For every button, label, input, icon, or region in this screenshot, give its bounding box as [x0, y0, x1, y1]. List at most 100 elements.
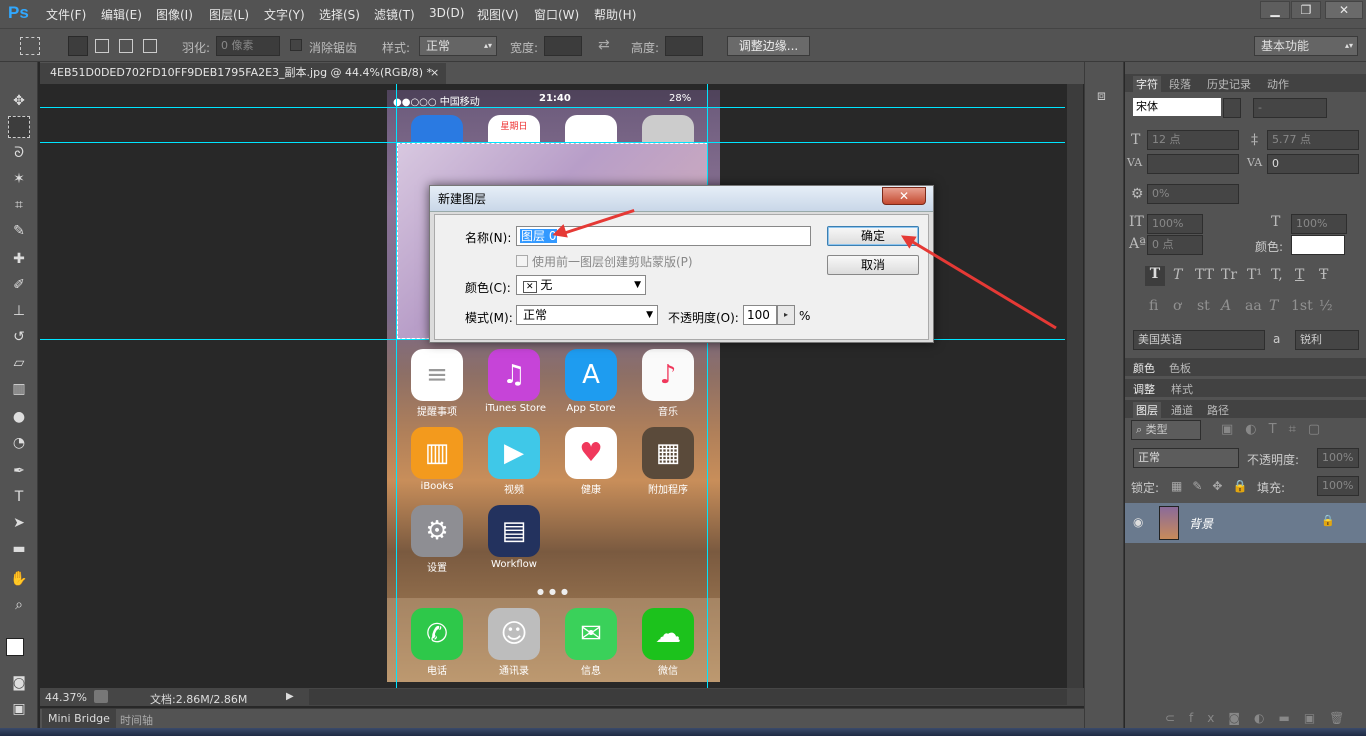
healing-brush-icon[interactable]: ✚ — [8, 248, 30, 270]
refine-edge-button[interactable]: 调整边缘... — [727, 36, 810, 56]
tab-timeline[interactable]: 时间轴 — [120, 712, 153, 728]
tab-mini-bridge[interactable]: Mini Bridge — [42, 709, 116, 728]
document-tab[interactable]: 4EB51D0DED702FD10FF9DEB1795FA2E3_副本.jpg … — [40, 63, 446, 84]
horizontal-scale-input[interactable]: 100% — [1291, 214, 1347, 234]
menu-3d[interactable]: 3D(D) — [429, 6, 464, 20]
dialog-close-button[interactable]: ✕ — [882, 187, 926, 205]
guide-vertical[interactable] — [396, 84, 397, 688]
menu-file[interactable]: 文件(F) — [46, 6, 86, 23]
menu-type[interactable]: 文字(Y) — [264, 6, 305, 23]
swash-icon[interactable]: A — [1221, 298, 1231, 314]
clip-mask-checkbox[interactable] — [516, 255, 528, 267]
menu-help[interactable]: 帮助(H) — [594, 6, 636, 23]
titling-icon[interactable]: T — [1269, 298, 1278, 314]
intersect-selection-icon[interactable] — [143, 39, 157, 53]
blur-tool-icon[interactable]: ● — [8, 406, 30, 428]
leading-input[interactable]: 5.77 点 — [1267, 130, 1359, 150]
vertical-scale-input[interactable]: 100% — [1147, 214, 1203, 234]
superscript-icon[interactable]: T¹ — [1247, 267, 1262, 283]
zoom-tool-icon[interactable]: ⌕ — [8, 594, 30, 616]
color-select[interactable]: ✕ 无 ▼ — [516, 275, 646, 295]
faux-italic-icon[interactable]: T — [1173, 267, 1182, 283]
layer-filter-icons[interactable]: ▣◐T⌗▢ — [1221, 422, 1332, 437]
gradient-icon[interactable]: ▥ — [8, 378, 30, 400]
kerning-input[interactable] — [1147, 154, 1239, 174]
style-select[interactable]: 正常 ▴▾ — [419, 36, 497, 56]
fill-input[interactable]: 100% — [1317, 476, 1359, 496]
subtract-selection-icon[interactable] — [119, 39, 133, 53]
cancel-button[interactable]: 取消 — [827, 255, 919, 275]
stylistic-alt-icon[interactable]: aa — [1245, 298, 1262, 314]
strikethrough-icon[interactable]: Ŧ — [1319, 267, 1328, 283]
marquee-tool-icon[interactable] — [8, 116, 30, 138]
feather-input[interactable]: 0 像素 — [216, 36, 280, 56]
tab-history[interactable]: 历史记录 — [1207, 76, 1251, 92]
small-caps-icon[interactable]: Tr — [1221, 267, 1237, 283]
all-caps-icon[interactable]: TT — [1195, 267, 1214, 283]
layer-filter-select[interactable]: ⌕ 类型 — [1131, 420, 1201, 440]
underline-icon[interactable]: T — [1295, 267, 1304, 283]
tab-paths[interactable]: 路径 — [1207, 402, 1229, 418]
antialias-checkbox[interactable] — [290, 39, 302, 51]
tab-styles[interactable]: 样式 — [1171, 381, 1193, 397]
foreground-color-swatch[interactable] — [6, 638, 24, 656]
tab-color[interactable]: 颜色 — [1133, 360, 1155, 376]
add-selection-icon[interactable] — [95, 39, 109, 53]
menu-image[interactable]: 图像(I) — [156, 6, 193, 23]
new-selection-icon[interactable] — [68, 36, 88, 56]
restore-button[interactable]: ❐ — [1291, 1, 1321, 19]
fractions-icon[interactable]: ½ — [1319, 298, 1333, 314]
guide-horizontal[interactable] — [40, 107, 1065, 108]
tab-channels[interactable]: 通道 — [1171, 402, 1193, 418]
mode-select[interactable]: 正常 ▼ — [516, 305, 658, 325]
eyedropper-icon[interactable]: ✎ — [8, 220, 30, 242]
path-select-icon[interactable]: ➤ — [8, 512, 30, 534]
faux-bold-icon[interactable]: T — [1145, 266, 1165, 286]
workspace-select[interactable]: 基本功能 ▴▾ — [1254, 36, 1358, 56]
tab-actions[interactable]: 动作 — [1267, 76, 1289, 92]
baseline-input[interactable]: 0 点 — [1147, 235, 1203, 255]
layer-name[interactable]: 背景 — [1189, 515, 1213, 532]
shape-tool-icon[interactable]: ▬ — [8, 538, 30, 560]
panel-3d-icon[interactable]: ⧈ — [1097, 88, 1106, 104]
close-tab-icon[interactable]: × — [430, 63, 439, 83]
layer-row-background[interactable]: ◉ 背景 🔒 — [1125, 503, 1366, 543]
text-color-swatch[interactable] — [1291, 235, 1345, 255]
minimize-button[interactable]: ▁ — [1260, 1, 1290, 19]
width-input[interactable] — [544, 36, 582, 56]
swap-icon[interactable]: ⇄ — [598, 37, 610, 53]
brush-tool-icon[interactable]: ✐ — [8, 274, 30, 296]
layer-opacity-input[interactable]: 100% — [1317, 448, 1359, 468]
opacity-slider-icon[interactable]: ▸ — [777, 305, 795, 325]
stamp-tool-icon[interactable]: ⊥ — [8, 300, 30, 322]
menu-select[interactable]: 选择(S) — [319, 6, 360, 23]
font-family-dropdown[interactable] — [1223, 98, 1241, 118]
ligature-icon[interactable]: fi — [1149, 298, 1158, 314]
vertical-scrollbar[interactable] — [1067, 84, 1083, 688]
discretionary-ligature-icon[interactable]: st — [1197, 298, 1210, 314]
tab-character[interactable]: 字符 — [1133, 76, 1161, 92]
pen-tool-icon[interactable]: ✒ — [8, 460, 30, 482]
status-arrow-icon[interactable]: ▶ — [286, 691, 294, 702]
subscript-icon[interactable]: T, — [1271, 267, 1283, 283]
font-size-input[interactable]: 12 点 — [1147, 130, 1239, 150]
tab-adjustments[interactable]: 调整 — [1133, 381, 1155, 397]
quick-mask-icon[interactable]: ◙ — [8, 672, 30, 694]
tab-layers[interactable]: 图层 — [1133, 402, 1161, 418]
magic-wand-icon[interactable]: ✶ — [8, 168, 30, 190]
layer-bottom-icons[interactable]: ⊂fx◙◐▬▣🗑 — [1165, 711, 1358, 725]
tab-paragraph[interactable]: 段落 — [1169, 76, 1191, 92]
zoom-level[interactable]: 44.37% — [45, 691, 87, 704]
tracking-input[interactable]: 0 — [1267, 154, 1359, 174]
guide-vertical[interactable] — [707, 84, 708, 688]
move-tool-icon[interactable]: ✥ — [8, 90, 30, 112]
type-tool-icon[interactable]: T — [8, 486, 30, 508]
screen-mode-icon[interactable]: ▣ — [8, 698, 30, 720]
font-style-select[interactable]: - — [1253, 98, 1327, 118]
lock-icons[interactable]: ▦✎✥🔒 — [1171, 479, 1257, 493]
eraser-icon[interactable]: ▱ — [8, 352, 30, 374]
menu-edit[interactable]: 编辑(E) — [101, 6, 142, 23]
crop-tool-icon[interactable]: ⌗ — [8, 194, 30, 216]
marquee-preset-icon[interactable] — [20, 37, 40, 55]
menu-view[interactable]: 视图(V) — [477, 6, 519, 23]
